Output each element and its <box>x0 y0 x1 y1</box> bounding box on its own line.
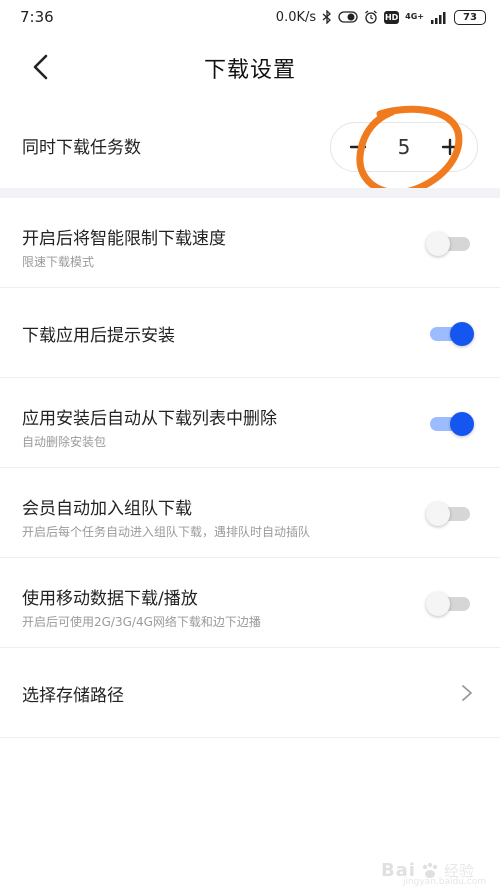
toggle-knob <box>426 232 450 256</box>
mobile-data-toggle[interactable] <box>426 592 474 616</box>
section-divider <box>0 188 500 198</box>
setting-label: 使用移动数据下载/播放 <box>22 589 198 609</box>
network-speed: 0.0K/s <box>275 9 317 25</box>
back-button[interactable] <box>26 52 54 82</box>
plus-icon <box>441 138 459 156</box>
battery-level: 73 <box>463 11 477 23</box>
alarm-icon <box>364 10 378 24</box>
battery-icon: 73 <box>454 9 486 25</box>
header: 下载设置 <box>0 34 500 102</box>
setting-mobile-data: 使用移动数据下载/播放 开启后可使用2G/3G/4G网络下载和边下边播 <box>0 558 500 648</box>
setting-team-download: 会员自动加入组队下载 开启后每个任务自动进入组队下载，遇排队时自动插队 <box>0 468 500 558</box>
setting-auto-delete: 应用安装后自动从下载列表中删除 自动删除安装包 <box>0 378 500 468</box>
network-type-icon: 4G+ <box>405 13 424 21</box>
setting-label: 开启后将智能限制下载速度 <box>22 229 226 249</box>
concurrent-downloads-row: 同时下载任务数 5 <box>0 102 500 188</box>
install-prompt-toggle[interactable] <box>426 322 474 346</box>
setting-description: 自动删除安装包 <box>22 435 107 449</box>
toggle-knob <box>426 502 450 526</box>
status-bar: 7:36 0.0K/s HD 4G+ 73 <box>0 0 500 34</box>
concurrent-downloads-label: 同时下载任务数 <box>22 137 141 158</box>
toggle-knob <box>426 592 450 616</box>
download-count-value: 5 <box>397 135 411 159</box>
setting-description: 开启后每个任务自动进入组队下载，遇排队时自动插队 <box>22 525 311 539</box>
download-settings-screen: 7:36 0.0K/s HD 4G+ 73 下载设置 同时下载任务数 5 开启后… <box>0 0 500 889</box>
watermark-url: jingyan.baidu.com <box>402 877 486 887</box>
storage-path-item[interactable]: 选择存储路径 <box>0 648 500 738</box>
bluetooth-icon <box>322 10 332 24</box>
setting-label: 下载应用后提示安装 <box>22 326 175 346</box>
auto-delete-toggle[interactable] <box>426 412 474 436</box>
setting-install-prompt: 下载应用后提示安装 <box>0 288 500 378</box>
toggle-status-icon <box>338 11 358 23</box>
setting-description: 开启后可使用2G/3G/4G网络下载和边下边播 <box>22 615 261 629</box>
storage-path-label: 选择存储路径 <box>22 686 124 706</box>
status-time: 7:36 <box>20 8 54 26</box>
chevron-right-icon <box>462 685 472 701</box>
minus-icon <box>349 145 367 149</box>
status-icons: 0.0K/s HD 4G+ 73 <box>275 9 486 25</box>
decrement-button[interactable] <box>347 136 369 158</box>
toggle-knob <box>450 412 474 436</box>
setting-label: 会员自动加入组队下载 <box>22 499 192 519</box>
speed-limit-toggle[interactable] <box>426 232 474 256</box>
hd-icon: HD <box>384 10 400 24</box>
network-type-label: 4G+ <box>405 12 424 21</box>
page-title: 下载设置 <box>203 58 296 83</box>
chevron-left-icon <box>33 54 48 80</box>
team-download-toggle[interactable] <box>426 502 474 526</box>
setting-speed-limit: 开启后将智能限制下载速度 限速下载模式 <box>0 198 500 288</box>
download-count-stepper: 5 <box>330 122 478 172</box>
settings-list: 开启后将智能限制下载速度 限速下载模式 下载应用后提示安装 应用安装后自动从下载… <box>0 198 500 738</box>
setting-label: 应用安装后自动从下载列表中删除 <box>22 409 277 429</box>
setting-description: 限速下载模式 <box>22 255 95 269</box>
increment-button[interactable] <box>439 136 461 158</box>
signal-icon <box>430 11 448 24</box>
toggle-knob <box>450 322 474 346</box>
